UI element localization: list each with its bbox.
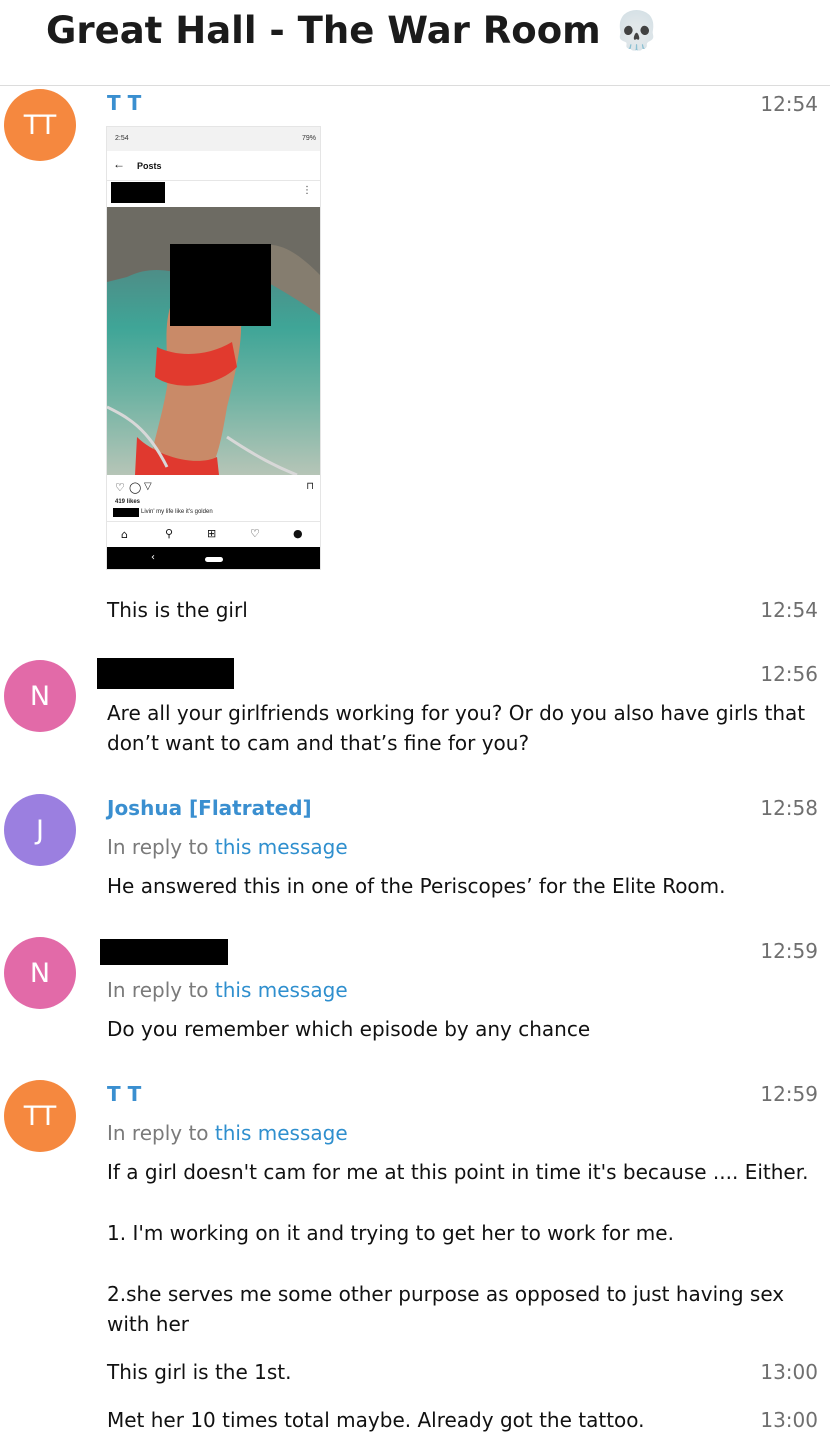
bookmark-icon: ⊓ [306, 481, 314, 492]
chat-header: Great Hall - The War Room 💀 [0, 0, 830, 86]
message-text: 2.she serves me some other purpose as op… [107, 1282, 785, 1336]
message-text: 1. I'm working on it and trying to get h… [107, 1221, 674, 1245]
reply-link[interactable]: this message [215, 835, 348, 859]
post-caption: Livin' my life like it's golden [141, 509, 213, 515]
sender-name[interactable]: T T [107, 1082, 141, 1106]
reply-reference: In reply to this message [107, 835, 348, 859]
message-time: 13:00 [760, 1360, 818, 1384]
redaction-box [111, 182, 165, 203]
face-redaction [170, 244, 271, 326]
activity-icon: ♡ [250, 527, 260, 540]
avatar-initials: TT [23, 109, 57, 141]
sender-name[interactable]: T T [107, 91, 141, 115]
avatar-initials: TT [23, 1100, 57, 1132]
avatar[interactable]: N [4, 660, 76, 732]
image-nav-bar: ⌂ ⚲ ⊞ ♡ ● [107, 521, 320, 547]
message-text: This girl is the 1st. [107, 1360, 292, 1384]
message-text: Do you remember which episode by any cha… [107, 1017, 591, 1041]
heart-icon: ♡ [115, 482, 125, 494]
back-arrow-icon: ← [113, 157, 125, 171]
image-system-bar: ‹ [107, 547, 320, 569]
message-time: 12:59 [760, 939, 818, 963]
reply-link[interactable]: this message [215, 1121, 348, 1145]
reply-reference: In reply to this message [107, 978, 348, 1002]
image-status-bar: 2:54 79% [107, 127, 320, 151]
post-photo [107, 207, 320, 475]
message-time: 12:58 [760, 796, 818, 820]
avatar-initials: N [29, 680, 51, 712]
message-time: 12:56 [760, 662, 818, 686]
message-text: Met her 10 times total maybe. Already go… [107, 1408, 645, 1432]
comment-icon: ◯ [129, 482, 142, 494]
home-icon: ⌂ [121, 528, 128, 541]
sender-redaction [100, 939, 228, 965]
message-image[interactable]: 2:54 79% ← Posts ⋮ ♡ ◯ ▽ ⊓ 419 likes Liv… [106, 126, 321, 570]
system-back-icon: ‹ [151, 552, 155, 563]
avatar[interactable]: J [4, 794, 76, 866]
message-text: This is the girl [107, 598, 248, 622]
message-text: Are all your girlfriends working for you… [107, 701, 806, 755]
reply-prefix: In reply to [107, 835, 209, 859]
add-icon: ⊞ [207, 527, 217, 540]
sender-name[interactable]: Joshua [Flatrated] [107, 796, 312, 820]
profile-icon: ● [293, 527, 303, 540]
more-icon: ⋮ [302, 185, 312, 196]
image-app-bar: ← Posts [107, 151, 320, 181]
message-text: He answered this in one of the Periscope… [107, 874, 726, 898]
post-likes: 419 likes [115, 499, 141, 505]
image-status-time: 2:54 [115, 135, 129, 142]
image-appbar-title: Posts [137, 161, 162, 171]
share-icon: ▽ [144, 481, 152, 492]
message-time: 12:54 [760, 92, 818, 116]
avatar-initials: J [36, 814, 44, 846]
message-time: 13:00 [760, 1408, 818, 1432]
system-home-pill [205, 557, 223, 562]
avatar[interactable]: TT [4, 89, 76, 161]
chat-title: Great Hall - The War Room 💀 [46, 9, 660, 52]
avatar[interactable]: N [4, 937, 76, 1009]
caption-redaction [113, 508, 139, 517]
avatar[interactable]: TT [4, 1080, 76, 1152]
reply-prefix: In reply to [107, 1121, 209, 1145]
sender-redaction [97, 658, 234, 689]
message-text: If a girl doesn't cam for me at this poi… [107, 1160, 809, 1184]
image-status-battery: 79% [301, 135, 316, 142]
search-icon: ⚲ [165, 527, 174, 540]
reply-link[interactable]: this message [215, 978, 348, 1002]
message-time: 12:54 [760, 598, 818, 622]
message-time: 12:59 [760, 1082, 818, 1106]
reply-reference: In reply to this message [107, 1121, 348, 1145]
avatar-initials: N [29, 957, 51, 989]
reply-prefix: In reply to [107, 978, 209, 1002]
post-actions: ♡ ◯ ▽ ⊓ 419 likes Livin' my life like it… [107, 479, 320, 519]
